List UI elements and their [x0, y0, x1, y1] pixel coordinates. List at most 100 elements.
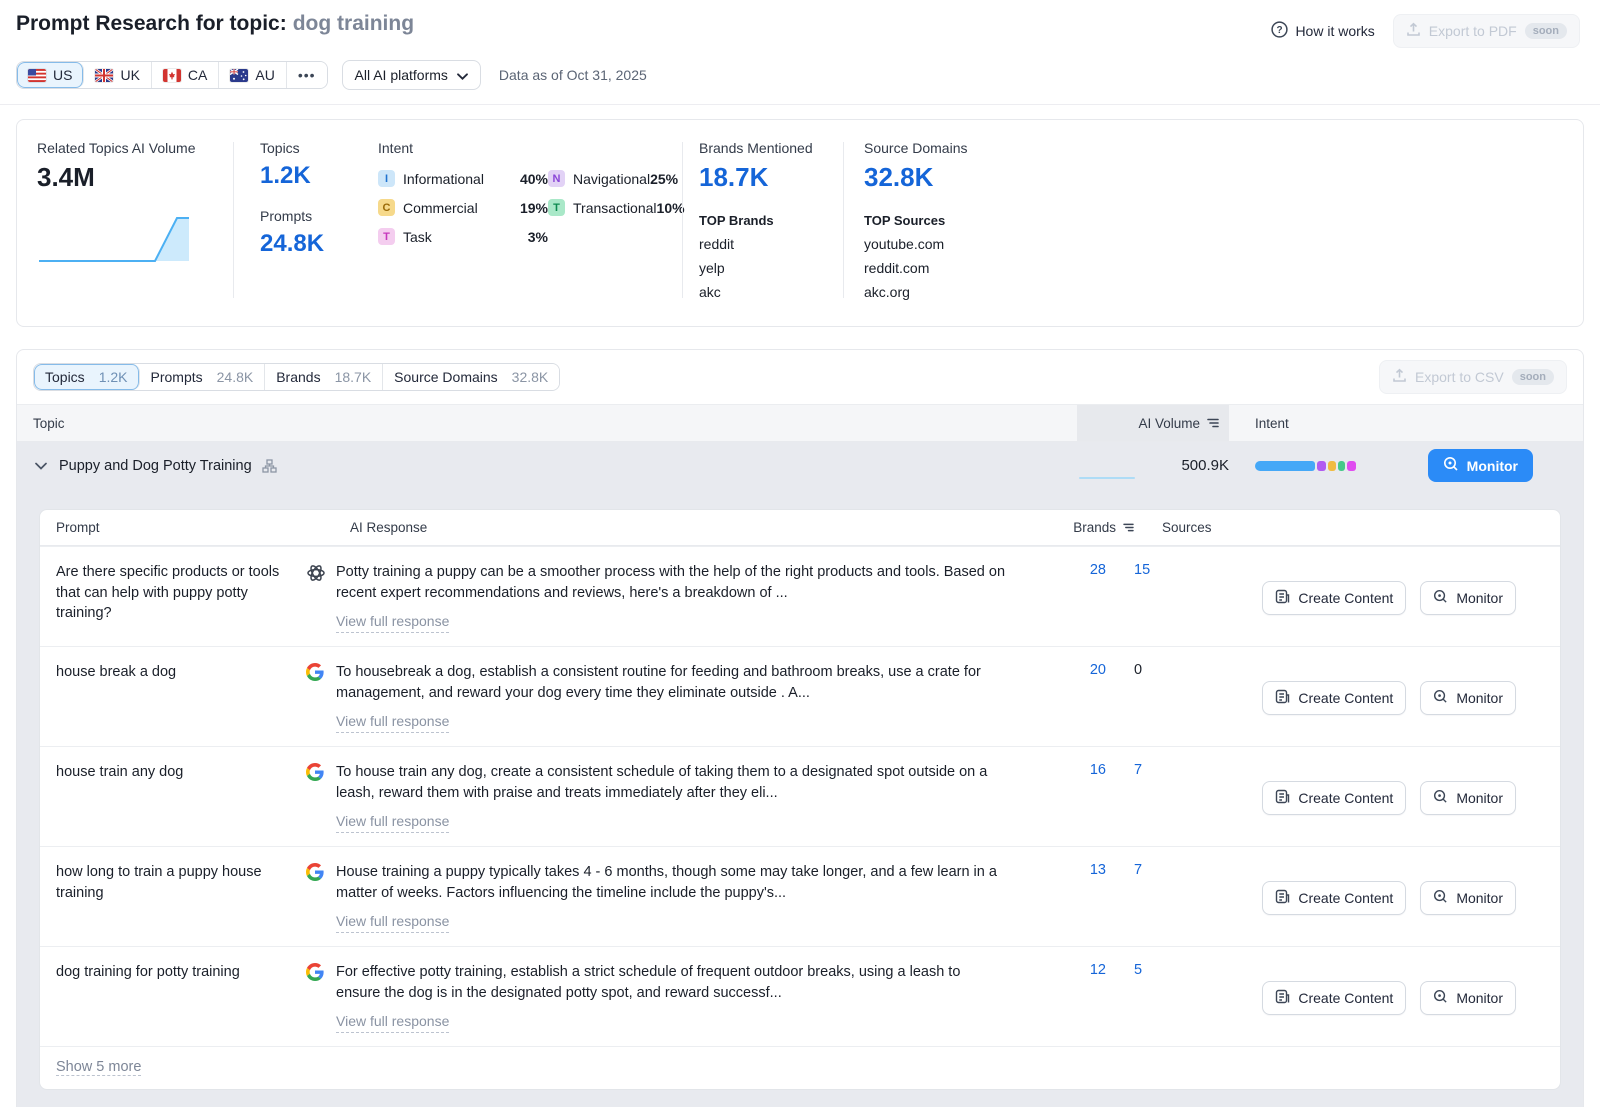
ai-response-text: Potty training a puppy can be a smoother…	[336, 562, 1026, 633]
intent-informational: I Informational 40%	[378, 170, 548, 187]
transactional-badge-icon: T	[548, 199, 565, 216]
tab-source-domains[interactable]: Source Domains 32.8K	[383, 364, 559, 390]
view-full-response-link[interactable]: View full response	[336, 912, 449, 933]
flag-ca-icon	[163, 69, 181, 82]
hierarchy-icon[interactable]	[262, 459, 277, 473]
country-tab-au[interactable]: AU	[219, 62, 286, 88]
prompt-text: Are there specific products or tools tha…	[56, 562, 306, 633]
chevron-down-icon[interactable]	[33, 462, 49, 470]
topics-panel: Topics 1.2K Prompts 24.8K Brands 18.7K S…	[16, 349, 1584, 1107]
tab-brands[interactable]: Brands 18.7K	[265, 364, 383, 390]
export-pdf-button[interactable]: Export to PDF soon	[1393, 14, 1580, 48]
google-icon	[306, 862, 336, 933]
monitor-button[interactable]: Monitor	[1420, 681, 1516, 715]
prompts-label: Prompts	[260, 208, 358, 224]
brands-count-link[interactable]: 28	[1090, 562, 1106, 578]
brands-count-link[interactable]: 20	[1090, 662, 1106, 678]
monitor-button[interactable]: Monitor	[1420, 581, 1516, 615]
brands-count-link[interactable]: 12	[1090, 962, 1106, 978]
svg-text:?: ?	[1277, 25, 1283, 36]
monitor-button[interactable]: Monitor	[1420, 881, 1516, 915]
prompts-table-header: Prompt AI Response Brands Sources	[40, 510, 1560, 546]
top-brand-item: yelp	[699, 260, 843, 276]
topics-table-header: Topic AI Volume Intent	[17, 404, 1583, 442]
create-content-button[interactable]: Create Content	[1262, 581, 1406, 615]
prompts-card: Prompt AI Response Brands Sources Are th…	[39, 509, 1561, 1090]
intent-label: Intent	[378, 140, 682, 156]
brands-column-header[interactable]: Brands	[1054, 520, 1134, 535]
sources-count-link[interactable]: 7	[1134, 762, 1142, 778]
brands-mentioned-label: Brands Mentioned	[699, 140, 843, 156]
brands-count-link[interactable]: 13	[1090, 862, 1106, 878]
create-content-button[interactable]: Create Content	[1262, 981, 1406, 1015]
prompt-column-header: Prompt	[56, 520, 306, 535]
country-tab-ca[interactable]: CA	[152, 62, 219, 88]
country-more-button[interactable]: •••	[287, 62, 327, 88]
sources-column-header: Sources	[1134, 520, 1244, 535]
ai-platform-dropdown[interactable]: All AI platforms	[342, 60, 481, 90]
view-full-response-link[interactable]: View full response	[336, 812, 449, 833]
sources-count-link[interactable]: 5	[1134, 962, 1142, 978]
prompt-row: house break a dog To housebreak a dog, e…	[40, 646, 1560, 746]
ai-response-text: To house train any dog, create a consist…	[336, 762, 1026, 833]
google-icon	[306, 762, 336, 833]
filters-toolbar: US UK CA AU ••• All AI platforms	[0, 48, 1600, 105]
related-topics-label: Related Topics AI Volume	[37, 140, 233, 156]
prompt-row: how long to train a puppy house training…	[40, 846, 1560, 946]
topic-ai-volume: 500.9K	[1137, 457, 1229, 474]
top-source-item: youtube.com	[864, 236, 1064, 252]
document-icon	[1275, 689, 1290, 707]
navigational-badge-icon: N	[548, 170, 565, 187]
intent-distribution-bar	[1255, 461, 1367, 471]
create-content-button[interactable]: Create Content	[1262, 681, 1406, 715]
topic-row-expanded[interactable]: Puppy and Dog Potty Training 500.9K Moni…	[17, 442, 1583, 489]
task-badge-icon: T	[378, 228, 395, 245]
question-circle-icon: ?	[1271, 21, 1288, 41]
document-icon	[1275, 989, 1290, 1007]
monitor-button[interactable]: Monitor	[1428, 449, 1533, 482]
export-csv-button[interactable]: Export to CSV soon	[1379, 360, 1567, 394]
ai-volume-sparkline	[37, 209, 233, 270]
intent-commercial: C Commercial 19%	[378, 199, 548, 216]
create-content-button[interactable]: Create Content	[1262, 881, 1406, 915]
tab-topics[interactable]: Topics 1.2K	[34, 364, 140, 390]
chatgpt-icon	[306, 562, 336, 633]
sources-count-link[interactable]: 15	[1134, 562, 1150, 578]
flag-au-icon	[230, 69, 248, 82]
top-sources-label: TOP Sources	[864, 213, 1064, 228]
related-topics-value: 3.4M	[37, 162, 233, 193]
country-tab-uk[interactable]: UK	[84, 62, 151, 88]
show-more-link[interactable]: Show 5 more	[56, 1059, 141, 1076]
monitor-icon	[1433, 589, 1448, 607]
tab-prompts[interactable]: Prompts 24.8K	[140, 364, 266, 390]
create-content-button[interactable]: Create Content	[1262, 781, 1406, 815]
sources-count: 0	[1134, 662, 1142, 678]
brands-count-link[interactable]: 16	[1090, 762, 1106, 778]
view-full-response-link[interactable]: View full response	[336, 712, 449, 733]
monitor-button[interactable]: Monitor	[1420, 781, 1516, 815]
prompt-row: house train any dog To house train any d…	[40, 746, 1560, 846]
ellipsis-icon: •••	[298, 67, 316, 83]
page-title-label: Prompt Research for topic:	[16, 12, 287, 35]
source-domains-value: 32.8K	[864, 162, 1064, 193]
view-full-response-link[interactable]: View full response	[336, 1012, 449, 1033]
export-icon	[1406, 22, 1421, 40]
country-tab-us[interactable]: US	[17, 62, 84, 88]
prompt-row: Are there specific products or tools tha…	[40, 546, 1560, 646]
ai-volume-column-header[interactable]: AI Volume	[1077, 405, 1229, 441]
google-icon	[306, 962, 336, 1033]
intent-task: T Task 3%	[378, 228, 548, 245]
view-full-response-link[interactable]: View full response	[336, 612, 449, 633]
intent-transactional: T Transactional 10%	[548, 199, 678, 216]
chevron-down-icon	[457, 67, 468, 83]
topic-name: Puppy and Dog Potty Training	[59, 458, 252, 474]
monitor-button[interactable]: Monitor	[1420, 981, 1516, 1015]
prompts-value: 24.8K	[260, 230, 358, 258]
monitor-icon	[1433, 989, 1448, 1007]
prompt-text: house break a dog	[56, 662, 306, 733]
page-title-topic: dog training	[293, 12, 414, 35]
monitor-icon	[1433, 689, 1448, 707]
sources-count-link[interactable]: 7	[1134, 862, 1142, 878]
top-brands-label: TOP Brands	[699, 213, 843, 228]
how-it-works-link[interactable]: ? How it works	[1271, 21, 1374, 41]
